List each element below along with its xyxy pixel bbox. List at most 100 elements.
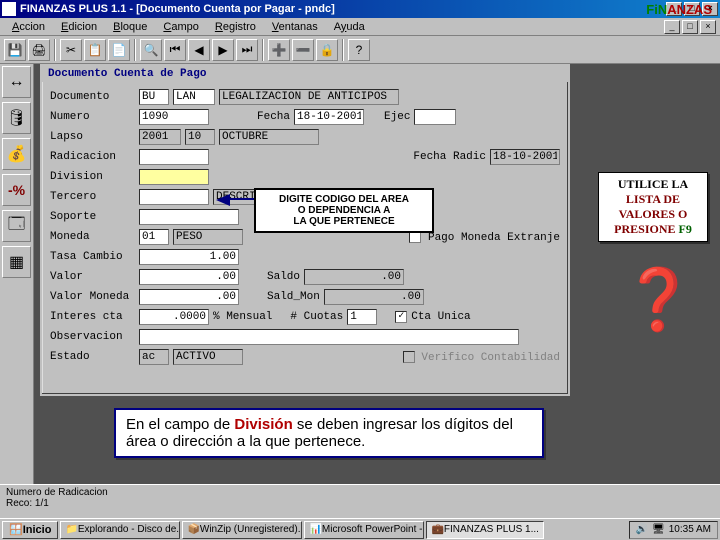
- saldo-field: [304, 269, 404, 285]
- toolbar-separator: [342, 39, 344, 61]
- instruction-box: En el campo de División se deben ingresa…: [114, 408, 544, 458]
- side-barrel-icon[interactable]: 🛢: [2, 102, 31, 134]
- cta-unica-checkbox[interactable]: ✓: [395, 311, 407, 323]
- valor-moneda-input[interactable]: [139, 289, 239, 305]
- tercero-input[interactable]: [139, 189, 209, 205]
- side-toolbar: ↔ 🛢 💰 -% 🗔 ▦: [0, 64, 34, 484]
- fecha-input[interactable]: [294, 109, 364, 125]
- save-button[interactable]: 💾: [4, 39, 26, 61]
- label-valor: Valor: [50, 271, 135, 283]
- mdi-minimize-button[interactable]: _: [664, 20, 680, 34]
- side-grid-icon[interactable]: ▦: [2, 246, 31, 278]
- menubar: AAccionccion Edicion Bloque Campo Regist…: [0, 18, 720, 36]
- menu-accion[interactable]: AAccionccion: [4, 19, 53, 35]
- task-powerpoint[interactable]: 📊 Microsoft PowerPoint -...: [304, 521, 424, 539]
- hint-line2: LISTA DE: [605, 192, 701, 207]
- menu-campo[interactable]: Campo: [155, 19, 206, 35]
- estado-code: [139, 349, 169, 365]
- hint-box: UTILICE LA LISTA DE VALORES O PRESIONE F…: [598, 172, 708, 242]
- observacion-input[interactable]: [139, 329, 519, 345]
- cut-button[interactable]: ✂: [60, 39, 82, 61]
- label-estado: Estado: [50, 351, 135, 363]
- callout-line1: DIGITE CODIGO DEL AREA: [260, 194, 428, 205]
- side-money-icon[interactable]: 💰: [2, 138, 31, 170]
- nav-first-button[interactable]: ⏮: [164, 39, 186, 61]
- label-fecha-radic: Fecha Radic: [413, 151, 486, 163]
- label-verifico: Verifico Contabilidad: [421, 351, 560, 363]
- search-button[interactable]: 🔍: [140, 39, 162, 61]
- label-soporte: Soporte: [50, 211, 135, 223]
- radicacion-input[interactable]: [139, 149, 209, 165]
- fecha-radic: [490, 149, 560, 165]
- status-line1: Numero de Radicacion: [6, 487, 714, 498]
- toolbar-separator: [262, 39, 264, 61]
- valor-input[interactable]: [139, 269, 239, 285]
- hint-f9: F9: [679, 222, 692, 236]
- status-line2: Reco: 1/1: [6, 498, 714, 509]
- menu-edicion[interactable]: Edicion: [53, 19, 105, 35]
- soporte-input[interactable]: [139, 209, 239, 225]
- app-titlebar: FINANZAS PLUS 1.1 - [Documento Cuenta po…: [0, 0, 720, 18]
- label-lapso: Lapso: [50, 131, 135, 143]
- app-icon: [2, 2, 16, 16]
- documento-code-a-input[interactable]: [139, 89, 169, 105]
- nav-next-button[interactable]: ▶: [212, 39, 234, 61]
- menu-registro[interactable]: Registro: [207, 19, 264, 35]
- label-interes: Interes cta: [50, 311, 135, 323]
- callout-line2: O DEPENDENCIA A: [260, 205, 428, 216]
- side-window-icon[interactable]: 🗔: [2, 210, 31, 242]
- numero-input[interactable]: [139, 109, 209, 125]
- cuotas-input[interactable]: [347, 309, 377, 325]
- label-tasa-cambio: Tasa Cambio: [50, 251, 135, 263]
- system-tray: 🔊 🖥 10:35 AM: [629, 521, 718, 539]
- estado-desc: [173, 349, 243, 365]
- delete-record-button[interactable]: ➖: [292, 39, 314, 61]
- paste-button[interactable]: 📄: [108, 39, 130, 61]
- callout-tooltip: DIGITE CODIGO DEL AREA O DEPENDENCIA A L…: [254, 188, 434, 233]
- copy-button[interactable]: 📋: [84, 39, 106, 61]
- start-button[interactable]: 🪟 Inicio: [2, 521, 58, 539]
- interes-input[interactable]: [139, 309, 209, 325]
- documento-desc: [219, 89, 399, 105]
- hint-line3: VALORES O: [619, 207, 688, 221]
- app-title: FINANZAS PLUS 1.1 - [Documento Cuenta po…: [20, 3, 666, 15]
- task-explorer[interactable]: 📁 Explorando - Disco de...: [60, 521, 180, 539]
- statusbar: Numero de Radicacion Reco: 1/1: [0, 484, 720, 518]
- task-winzip[interactable]: 📦 WinZip (Unregistered)...: [182, 521, 302, 539]
- menu-ayuda[interactable]: Ayuda: [326, 19, 373, 35]
- label-fecha: Fecha: [257, 111, 290, 123]
- nav-prev-button[interactable]: ◀: [188, 39, 210, 61]
- task-finanzas[interactable]: 💼 FINANZAS PLUS 1...: [426, 521, 543, 539]
- label-ejec: Ejec: [384, 111, 410, 123]
- instruction-keyword: División: [234, 416, 292, 433]
- label-saldo: Saldo: [267, 271, 300, 283]
- help-button[interactable]: ?: [348, 39, 370, 61]
- tray-icon[interactable]: 🔊: [636, 524, 648, 535]
- lapso-year: [139, 129, 181, 145]
- side-expand-icon[interactable]: ↔: [2, 66, 31, 98]
- documento-code-b-input[interactable]: [173, 89, 215, 105]
- print-button[interactable]: 🖨: [28, 39, 50, 61]
- mdi-maximize-button[interactable]: □: [682, 20, 698, 34]
- hint-line4a: PRESIONE: [614, 222, 678, 236]
- callout-line3: LA QUE PERTENECE: [260, 216, 428, 227]
- mdi-close-button[interactable]: ×: [700, 20, 716, 34]
- verifico-checkbox: [403, 351, 415, 363]
- label-tercero: Tercero: [50, 191, 135, 203]
- tasa-cambio-input[interactable]: [139, 249, 239, 265]
- nav-last-button[interactable]: ⏭: [236, 39, 258, 61]
- instruction-pre: En el campo de: [126, 416, 234, 433]
- new-record-button[interactable]: ➕: [268, 39, 290, 61]
- ejec-input[interactable]: [414, 109, 456, 125]
- menu-ventanas[interactable]: Ventanas: [264, 19, 326, 35]
- moneda-desc: [173, 229, 243, 245]
- label-observacion: Observacion: [50, 331, 135, 343]
- label-division: Division: [50, 171, 135, 183]
- menu-bloque[interactable]: Bloque: [105, 19, 155, 35]
- lock-button[interactable]: 🔒: [316, 39, 338, 61]
- moneda-code-input[interactable]: [139, 229, 169, 245]
- label-documento: Documento: [50, 91, 135, 103]
- division-input[interactable]: [139, 169, 209, 185]
- side-percent-icon[interactable]: -%: [2, 174, 31, 206]
- tray-icon[interactable]: 🖥: [652, 524, 665, 535]
